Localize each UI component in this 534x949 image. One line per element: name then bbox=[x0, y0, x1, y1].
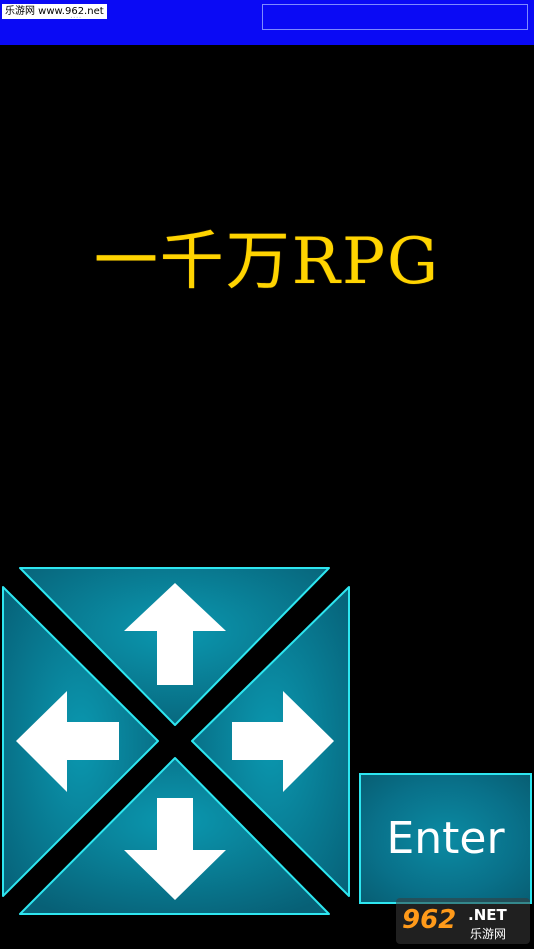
game-screen: 乐游网 www.962.net .... 一千万RPG Enter 962 .N… bbox=[0, 0, 534, 949]
status-text: .... bbox=[70, 11, 82, 21]
top-bar: 乐游网 www.962.net .... bbox=[0, 0, 534, 45]
site-watermark: 乐游网 www.962.net bbox=[2, 4, 107, 19]
logo-name: 乐游网 bbox=[470, 927, 506, 941]
top-input-box[interactable] bbox=[262, 4, 528, 30]
logo-suffix: .NET bbox=[468, 906, 507, 924]
enter-button-label: Enter bbox=[386, 812, 505, 864]
logo-number: 962 bbox=[402, 905, 456, 935]
direction-pad bbox=[0, 565, 352, 917]
logo-watermark: 962 .NET 乐游网 bbox=[396, 898, 530, 944]
game-title: 一千万RPG bbox=[93, 225, 441, 299]
enter-button[interactable]: Enter bbox=[359, 773, 532, 904]
